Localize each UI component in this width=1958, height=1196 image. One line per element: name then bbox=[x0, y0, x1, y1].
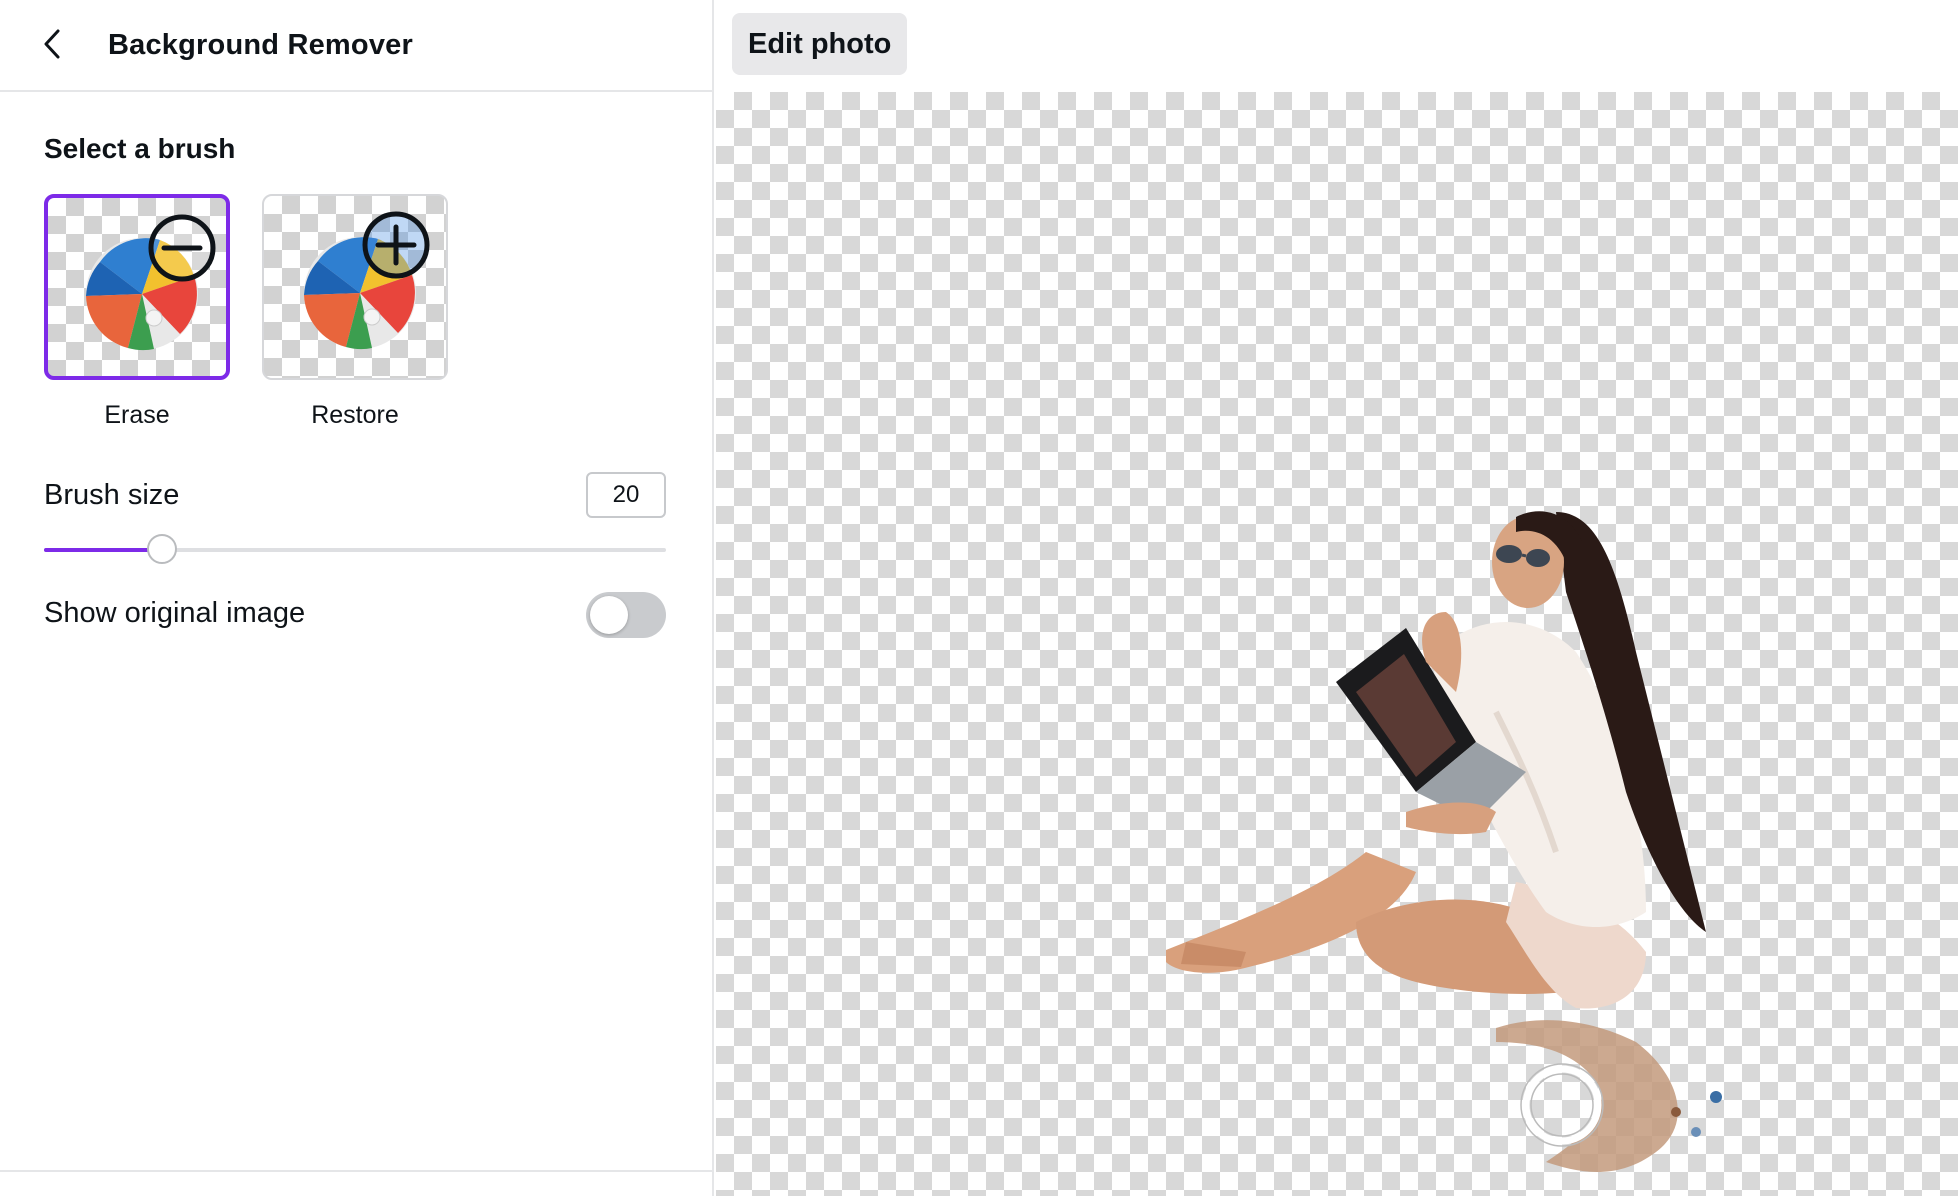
edit-photo-button[interactable]: Edit photo bbox=[732, 13, 908, 75]
erase-brush-thumbnail bbox=[44, 194, 230, 380]
panel-title: Background Remover bbox=[108, 29, 413, 61]
chevron-left-icon bbox=[44, 29, 60, 59]
brush-size-input[interactable]: 20 bbox=[586, 472, 666, 518]
erase-brush-label: Erase bbox=[104, 401, 170, 429]
brush-smear bbox=[1496, 1020, 1678, 1172]
show-original-image-toggle[interactable] bbox=[586, 592, 666, 638]
image-canvas[interactable] bbox=[716, 92, 1958, 1196]
panel-footer-divider bbox=[0, 1170, 712, 1172]
brush-size-slider[interactable] bbox=[44, 534, 666, 564]
brush-size-label: Brush size bbox=[44, 479, 180, 511]
select-brush-heading: Select a brush bbox=[44, 133, 236, 164]
show-original-image-label: Show original image bbox=[44, 597, 306, 629]
erase-brush-option[interactable]: Erase bbox=[44, 194, 230, 432]
panel-header: Background Remover bbox=[0, 0, 712, 92]
brush-size-slider-thumb[interactable] bbox=[147, 534, 178, 564]
plus-circle-icon bbox=[362, 211, 430, 279]
restore-brush-label: Restore bbox=[311, 401, 399, 429]
toggle-knob bbox=[590, 596, 628, 634]
restore-brush-option[interactable]: Restore bbox=[262, 194, 448, 432]
cutout-photo bbox=[1166, 511, 1722, 1172]
editor-toolbar: Edit photo bbox=[714, 0, 1958, 92]
back-button[interactable] bbox=[30, 22, 74, 66]
brush-cursor-icon bbox=[1520, 1063, 1604, 1147]
beach-ball-icon bbox=[304, 211, 430, 350]
minus-circle-icon bbox=[148, 214, 216, 282]
brush-size-slider-fill bbox=[44, 548, 163, 552]
beach-ball-icon bbox=[86, 214, 216, 351]
restore-brush-thumbnail bbox=[262, 194, 448, 380]
background-remover-panel: Background Remover Select a brush Erase … bbox=[0, 0, 714, 1196]
